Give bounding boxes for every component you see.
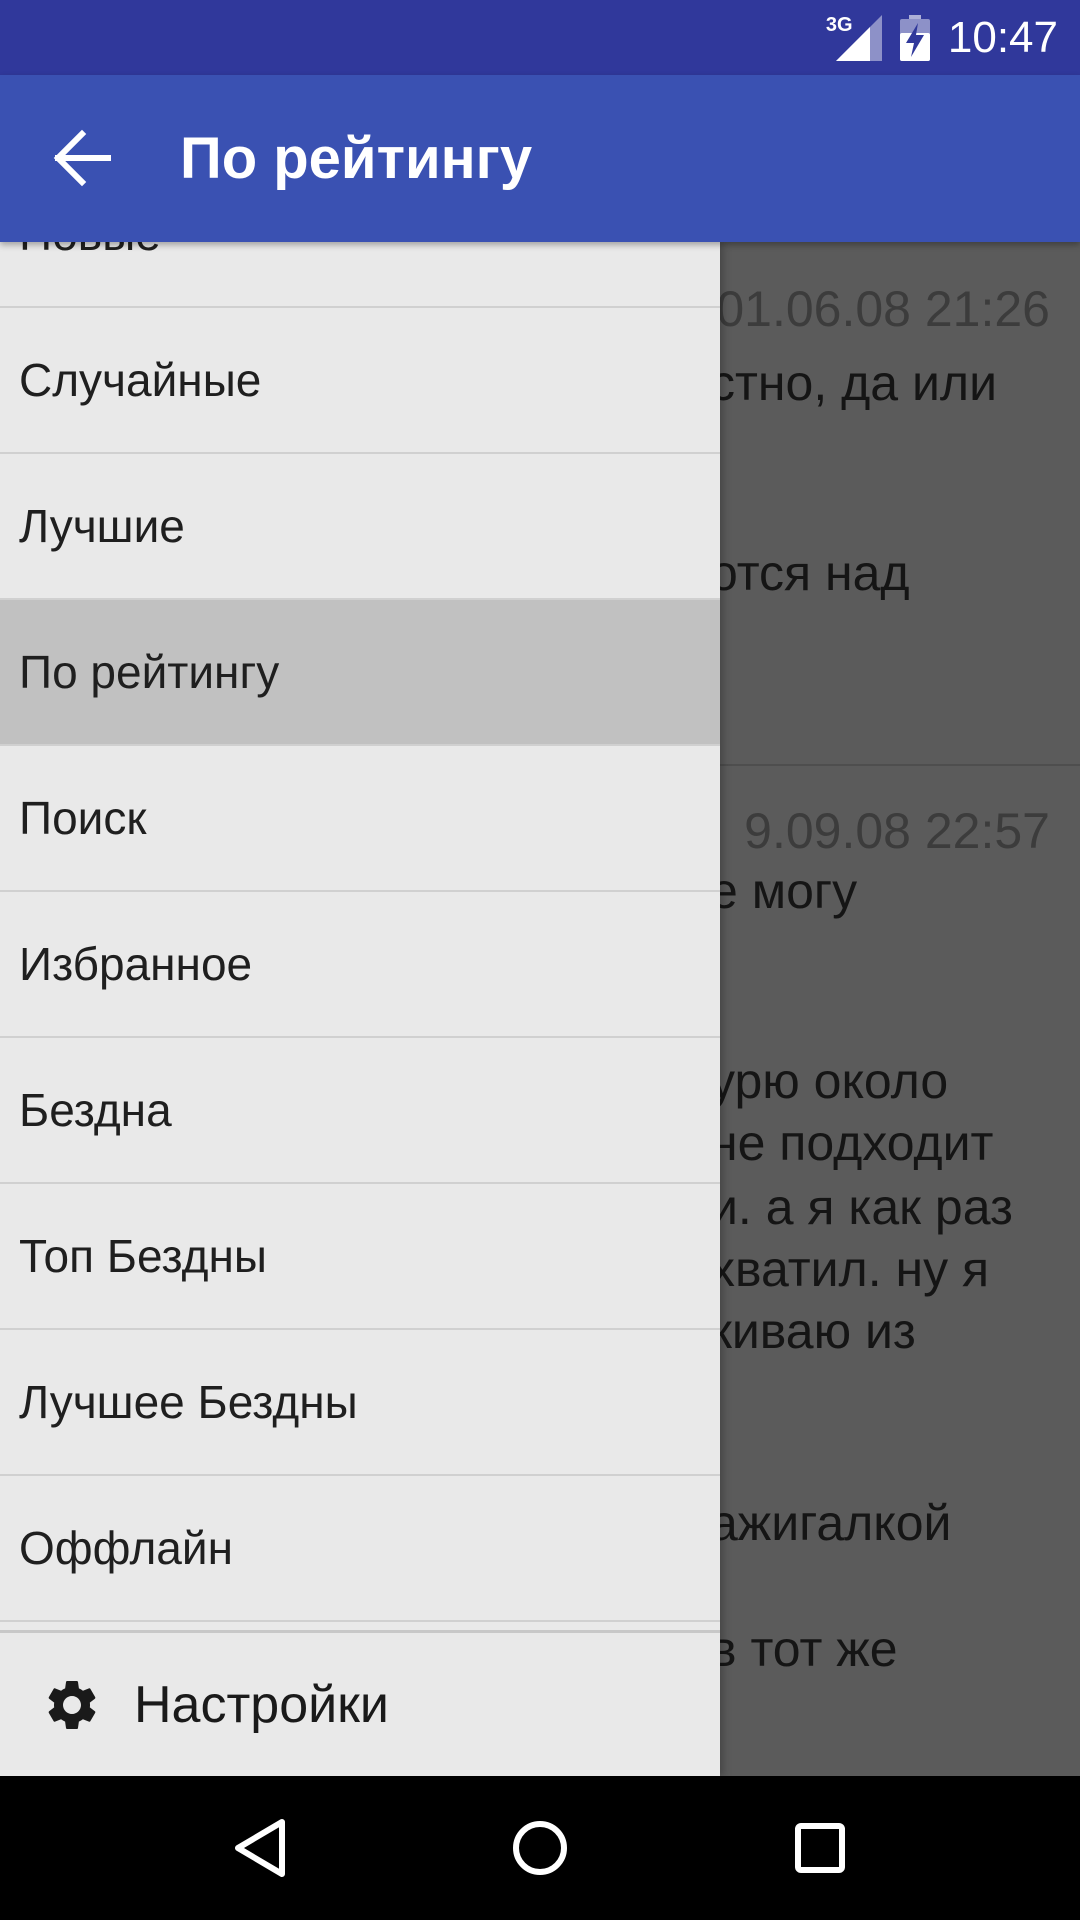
post-text-line: стно, да или — [710, 355, 998, 411]
post-text-line: киваю из — [710, 1303, 916, 1359]
triangle-back-icon — [235, 1819, 285, 1877]
app-bar: По рейтингу — [0, 75, 1080, 242]
drawer-item-label: Оффлайн — [19, 1522, 233, 1574]
nav-home-button[interactable] — [490, 1798, 590, 1898]
drawer-item-random[interactable]: Случайные — [0, 308, 720, 454]
drawer-item-label: Лучшее Бездны — [19, 1376, 358, 1428]
drawer-item-label: Новые — [0, 242, 161, 261]
drawer-item-label: Лучшие — [19, 500, 185, 552]
drawer-item-label: Случайные — [19, 354, 262, 406]
drawer-item-abyss-best[interactable]: Лучшее Бездны — [0, 1330, 720, 1476]
post-text-line: не подходит — [710, 1115, 994, 1171]
drawer-item-favorites[interactable]: Избранное — [0, 892, 720, 1038]
drawer-item-label: Топ Бездны — [19, 1230, 267, 1282]
post-text-line: в тот же — [710, 1621, 898, 1677]
arrow-back-icon — [53, 129, 111, 187]
post-text-line: е могу — [710, 863, 858, 919]
drawer-item-label: Поиск — [19, 792, 147, 844]
drawer-item-by-rating[interactable]: По рейтингу — [0, 600, 720, 746]
drawer-list: Новые Случайные Лучшие По рейтингу Поиск… — [0, 242, 720, 1622]
nav-recents-button[interactable] — [770, 1798, 870, 1898]
drawer-item-best[interactable]: Лучшие — [0, 454, 720, 600]
drawer-item-abyss[interactable]: Бездна — [0, 1038, 720, 1184]
post-text-line: ажигалкой — [710, 1495, 952, 1551]
status-icons: 3G 10:47 — [826, 0, 1058, 75]
settings-button[interactable]: Настройки — [0, 1630, 720, 1776]
signal-icon: 3G — [826, 14, 882, 61]
drawer-item-label: По рейтингу — [19, 646, 280, 698]
drawer-item-abyss-top[interactable]: Топ Бездны — [0, 1184, 720, 1330]
nav-back-button[interactable] — [210, 1798, 310, 1898]
post-date: 01.06.08 21:26 — [716, 281, 1050, 337]
clock: 10:47 — [947, 13, 1058, 62]
page-title: По рейтингу — [180, 126, 533, 191]
gear-icon — [40, 1673, 104, 1737]
post-text-line: отся над — [710, 545, 910, 601]
drawer-item-new[interactable]: Новые — [0, 242, 720, 308]
drawer-item-label: Избранное — [19, 938, 253, 990]
drawer-item-search[interactable]: Поиск — [0, 746, 720, 892]
navigation-drawer: Новые Случайные Лучшие По рейтингу Поиск… — [0, 242, 720, 1776]
drawer-item-offline[interactable]: Оффлайн — [0, 1476, 720, 1622]
system-nav-bar — [0, 1776, 1080, 1920]
circle-home-icon — [513, 1821, 567, 1875]
drawer-item-label: Бездна — [19, 1084, 172, 1136]
post-text-line: урю около — [710, 1053, 949, 1109]
battery-icon — [899, 14, 930, 61]
post-text-line: и. а я как раз — [710, 1179, 1013, 1235]
back-button[interactable] — [36, 118, 128, 198]
post-text-line: хватил. ну я — [710, 1241, 990, 1297]
status-bar: 3G 10:47 — [0, 0, 1080, 75]
post-date: 9.09.08 22:57 — [744, 803, 1050, 859]
settings-label: Настройки — [134, 1675, 389, 1734]
square-recents-icon — [795, 1823, 845, 1873]
